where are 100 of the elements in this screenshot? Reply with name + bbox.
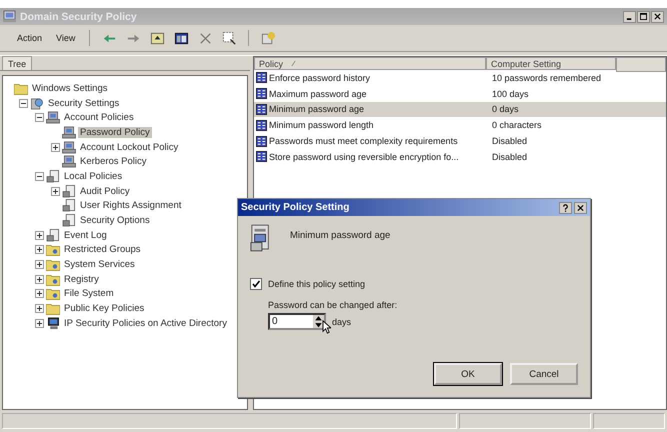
expand-icon[interactable] (35, 318, 44, 328)
close-icon (577, 204, 584, 212)
policy-icon (256, 120, 267, 131)
policy-name: Minimum password age (290, 230, 390, 241)
list-row[interactable]: Passwords must meet complexity requirements Disabled (254, 133, 666, 149)
dialog-button[interactable]: Cancel (510, 363, 578, 385)
close-button[interactable] (574, 202, 587, 214)
tree-item[interactable]: Registry (62, 274, 101, 285)
expand-icon[interactable] (35, 304, 44, 314)
cross-icon (198, 30, 213, 46)
checkbox[interactable] (250, 278, 262, 290)
expand-icon[interactable] (51, 186, 60, 196)
tree-item[interactable]: Security Options (78, 215, 152, 226)
folder-icon (150, 30, 165, 46)
table-cell: Minimum password age (269, 104, 364, 114)
server-icon (46, 111, 60, 124)
field-label: Password can be changed after: (268, 300, 398, 310)
unit-label: days (332, 316, 352, 326)
table-cell: 0 days (492, 104, 519, 114)
collapse-icon[interactable] (35, 113, 44, 122)
table-cell: Disabled (492, 136, 528, 146)
tree-item[interactable]: User Rights Assignment (78, 200, 184, 212)
mouse-cursor-icon (322, 320, 331, 334)
column-header (616, 57, 666, 72)
expand-icon[interactable] (35, 245, 44, 254)
dialog-title: Security Policy Setting (241, 202, 350, 213)
tree-item[interactable]: Audit Policy (78, 186, 132, 197)
window-title: Domain Security Policy (20, 10, 138, 22)
sort-icon (291, 60, 296, 67)
list-row[interactable]: Maximum password age 100 days (254, 86, 666, 102)
policy-icon (256, 151, 267, 162)
tree-item[interactable]: System Services (62, 259, 137, 270)
tree-item[interactable]: Account Policies (62, 112, 136, 124)
column-header[interactable]: Policy (254, 57, 486, 70)
tree-item[interactable]: Windows Settings (30, 82, 110, 94)
table-cell: 0 characters (492, 120, 542, 130)
tree-item[interactable]: IP Security Policies on Active Directory (62, 318, 229, 329)
list-row[interactable]: Enforce password history 10 passwords remembered (254, 70, 666, 86)
folder-icon (46, 287, 60, 300)
expand-icon[interactable] (35, 230, 44, 240)
server-icon (62, 140, 76, 154)
folder-icon (14, 82, 28, 95)
maximize-button[interactable] (637, 10, 650, 22)
tree-item[interactable]: Event Log (62, 230, 109, 241)
expand-icon[interactable] (35, 289, 44, 298)
table-cell: 100 days (492, 88, 529, 99)
expand-icon[interactable] (51, 142, 60, 152)
folder-icon (46, 258, 60, 272)
list-row[interactable]: Store password using reversible encryption fo... Disabled (254, 148, 666, 165)
server-icon (62, 155, 76, 168)
tree-item[interactable]: Local Policies (62, 170, 124, 182)
tree-tab[interactable]: Tree (2, 56, 32, 70)
tree-item[interactable]: File System (62, 288, 116, 300)
tree-item[interactable]: Restricted Groups (62, 244, 143, 256)
document-icon (62, 184, 76, 198)
list-row[interactable]: Minimum password age 0 days (254, 102, 666, 118)
question-mark-icon (562, 204, 569, 212)
status-bar-pane (593, 413, 665, 429)
help-icon (260, 30, 276, 46)
table-cell: Disabled (492, 152, 528, 162)
policy-icon (256, 88, 267, 100)
expand-icon[interactable] (35, 260, 44, 270)
document-icon (62, 214, 76, 228)
policy-icon (256, 136, 267, 147)
tree-item[interactable]: Public Key Policies (62, 303, 146, 314)
server-icon (250, 224, 272, 252)
collapse-icon[interactable] (19, 98, 28, 108)
tree-item[interactable]: Kerberos Policy (78, 156, 149, 168)
dialog-button[interactable]: OK (434, 363, 502, 385)
table-cell: Passwords must meet complexity requirements (269, 136, 458, 146)
document-icon (62, 199, 76, 212)
table-cell: 10 passwords remembered (492, 72, 602, 83)
list-row[interactable]: Minimum password length 0 characters (254, 117, 666, 134)
tree-item[interactable]: Account Lockout Policy (78, 142, 180, 153)
table-cell: Store password using reversible encryption fo... (269, 152, 459, 162)
document-icon (46, 170, 60, 183)
folder-icon (46, 302, 60, 316)
policy-icon (256, 104, 267, 115)
column-header[interactable]: Computer Setting (486, 57, 616, 70)
minimize-button[interactable] (623, 10, 636, 22)
server-icon (62, 126, 76, 139)
help-button[interactable] (559, 202, 572, 214)
globe-icon (30, 96, 44, 110)
app-icon (3, 10, 16, 23)
export-icon (222, 30, 237, 46)
maximize-icon (640, 13, 647, 20)
folder-icon (46, 272, 60, 286)
expand-icon[interactable] (35, 274, 44, 284)
document-icon (46, 228, 60, 242)
tree-item[interactable]: Security Settings (46, 98, 122, 109)
menu-item[interactable]: View (51, 32, 80, 44)
folder-icon (46, 243, 60, 256)
table-cell: Enforce password history (269, 72, 370, 83)
collapse-icon[interactable] (35, 172, 44, 181)
window-icon (174, 30, 189, 46)
close-icon (654, 13, 661, 20)
tree-item[interactable]: Password Policy (78, 126, 152, 138)
menu-item[interactable]: Action (12, 32, 48, 44)
table-cell: Minimum password length (269, 120, 374, 130)
close-button[interactable] (651, 10, 664, 22)
